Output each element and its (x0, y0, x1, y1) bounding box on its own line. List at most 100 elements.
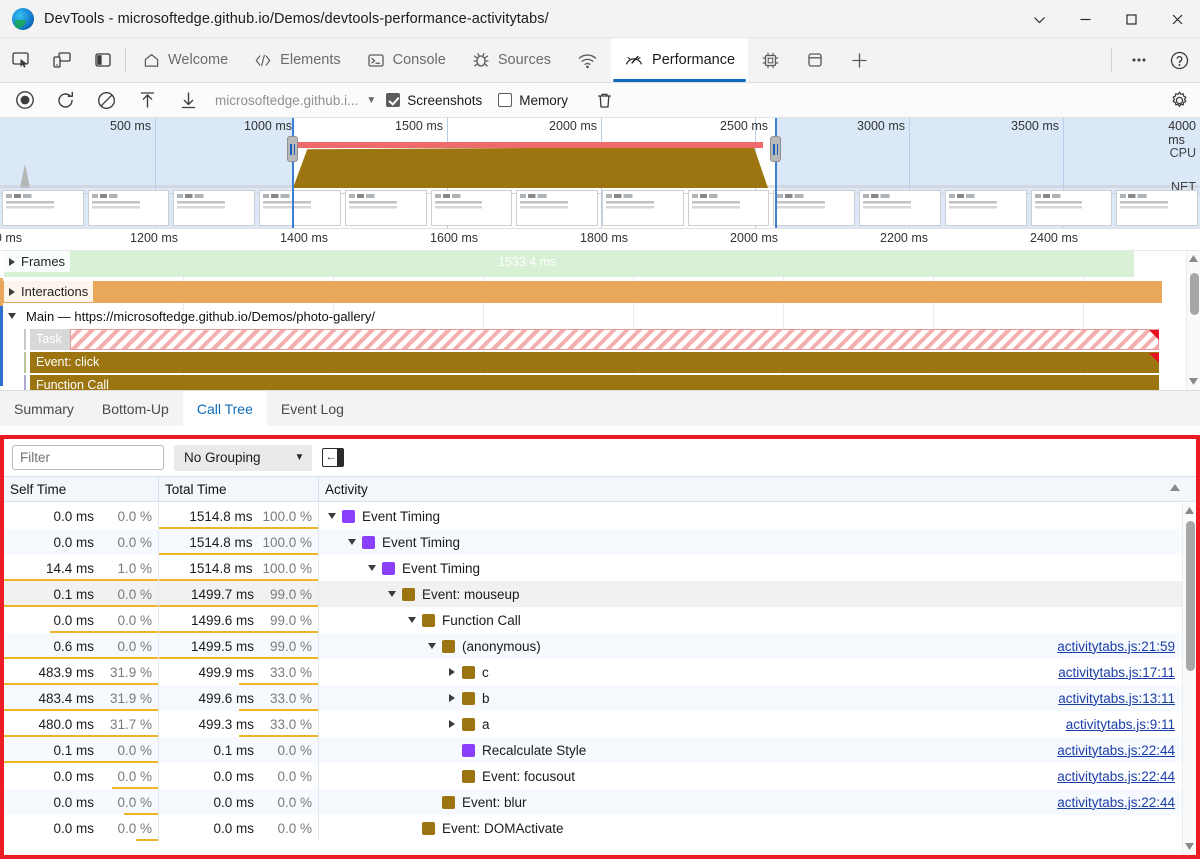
filmstrip-frame[interactable] (430, 190, 513, 226)
minimize-icon[interactable] (1062, 0, 1108, 38)
maximize-icon[interactable] (1108, 0, 1154, 38)
record-icon[interactable] (4, 83, 45, 118)
table-row[interactable]: 0.0 ms 0.0 % 1514.8 ms 100.0 % Event Timing (4, 503, 1196, 529)
collapse-triangle-icon[interactable] (425, 643, 439, 649)
table-row[interactable]: 14.4 ms 1.0 % 1514.8 ms 100.0 % Event Timing (4, 555, 1196, 581)
tab-sources[interactable]: Sources (459, 38, 564, 82)
tab-bottom-up[interactable]: Bottom-Up (88, 391, 183, 426)
table-row[interactable]: 0.0 ms 0.0 % 1499.6 ms 99.0 % Function Call (4, 607, 1196, 633)
flame-bar-task[interactable]: Task (30, 329, 70, 350)
flame-bar-function-call[interactable]: Function Call (30, 375, 1159, 390)
filmstrip-frame[interactable] (602, 190, 684, 226)
column-header-total-time[interactable]: Total Time (159, 477, 319, 501)
collapse-triangle-icon[interactable] (365, 565, 379, 571)
column-header-activity[interactable]: Activity (319, 477, 1196, 501)
expand-triangle-icon[interactable] (445, 694, 459, 702)
tab-network[interactable] (564, 38, 611, 82)
track-frames[interactable]: 1533.4 ms Frames (0, 251, 1200, 278)
help-icon[interactable] (1159, 50, 1200, 71)
frames-track-title[interactable]: Frames (4, 251, 71, 272)
tab-application[interactable] (793, 38, 837, 82)
filmstrip-frame[interactable] (687, 190, 770, 226)
selection-end-handle[interactable] (770, 136, 781, 162)
flame-chart[interactable]: 1000 ms 1200 ms 1400 ms 1600 ms 1800 ms … (0, 228, 1200, 390)
track-interactions[interactable]: Interactions (0, 278, 1200, 306)
grouping-dropdown[interactable]: No Grouping ▼ (174, 444, 313, 471)
flame-bar-event-click[interactable]: Event: click (30, 352, 1159, 373)
filmstrip-frame[interactable] (1116, 190, 1199, 226)
close-icon[interactable] (1154, 0, 1200, 38)
table-row[interactable]: 0.0 ms 0.0 % 0.0 ms 0.0 % Event: focusout act… (4, 763, 1196, 789)
filmstrip-frame[interactable] (516, 190, 599, 226)
gear-icon[interactable] (1159, 83, 1200, 118)
tab-welcome[interactable]: Welcome (130, 38, 241, 82)
delete-icon[interactable] (584, 83, 625, 118)
tab-elements[interactable]: Elements (241, 38, 353, 82)
frames-bar[interactable] (4, 251, 1134, 277)
interactions-bar[interactable] (2, 281, 1162, 303)
filmstrip-frame[interactable] (2, 190, 84, 226)
expand-triangle-icon[interactable] (445, 668, 459, 676)
filmstrip-frame[interactable] (1030, 190, 1113, 226)
source-link[interactable]: activitytabs.js:9:11 (1066, 717, 1196, 732)
flame-scrollbar[interactable] (1186, 251, 1200, 390)
call-tree-rows[interactable]: 0.0 ms 0.0 % 1514.8 ms 100.0 % Event Timing 0… (4, 503, 1196, 855)
chevron-down-icon[interactable] (1016, 0, 1062, 38)
main-track-title[interactable]: Main — https://microsoftedge.github.io/D… (0, 306, 1200, 328)
tab-event-log[interactable]: Event Log (267, 391, 358, 426)
tab-console[interactable]: Console (354, 38, 459, 82)
table-row[interactable]: 0.1 ms 0.0 % 1499.7 ms 99.0 % Event: mouseup (4, 581, 1196, 607)
memory-checkbox[interactable]: Memory (498, 93, 568, 108)
filter-input[interactable] (12, 445, 164, 470)
filmstrip-frame[interactable] (87, 190, 170, 226)
filmstrip-frame[interactable] (173, 190, 256, 226)
add-panel-button[interactable] (837, 38, 882, 82)
more-options-icon[interactable] (1118, 50, 1159, 70)
source-link[interactable]: activitytabs.js:22:44 (1057, 743, 1196, 758)
profile-selector-label[interactable]: microsoftedge.github.i... (215, 93, 358, 108)
source-link[interactable]: activitytabs.js:13:11 (1058, 691, 1196, 706)
upload-profile-icon[interactable] (127, 83, 168, 118)
scroll-down-arrow-icon[interactable] (1183, 839, 1196, 853)
collapse-triangle-icon[interactable] (345, 539, 359, 545)
column-header-self-time[interactable]: Self Time (4, 477, 159, 501)
tab-performance[interactable]: Performance (611, 38, 749, 82)
call-tree-scrollbar[interactable] (1182, 503, 1196, 855)
clear-icon[interactable] (86, 83, 127, 118)
filmstrip-frame[interactable] (344, 190, 427, 226)
table-row[interactable]: 0.0 ms 0.0 % 0.0 ms 0.0 % Event: blur activit… (4, 789, 1196, 815)
chevron-down-icon[interactable]: ▼ (366, 95, 376, 106)
table-row[interactable]: 0.0 ms 0.0 % 0.0 ms 0.0 % Event: DOMActivate (4, 815, 1196, 841)
collapse-triangle-icon[interactable] (325, 513, 339, 519)
expand-triangle-icon[interactable] (445, 720, 459, 728)
device-emulation-icon[interactable] (41, 38, 82, 82)
collapse-sidebar-icon[interactable]: ← (322, 448, 345, 467)
timeline-overview[interactable]: 500 ms 1000 ms 1500 ms 2000 ms 2500 ms 3… (0, 118, 1200, 228)
source-link[interactable]: activitytabs.js:17:11 (1058, 665, 1196, 680)
table-row[interactable]: 480.0 ms 31.7 % 499.3 ms 33.0 % a activitytab… (4, 711, 1196, 737)
selection-start-handle[interactable] (287, 136, 298, 162)
table-row[interactable]: 483.4 ms 31.9 % 499.6 ms 33.0 % b activitytab… (4, 685, 1196, 711)
reload-record-icon[interactable] (45, 83, 86, 118)
source-link[interactable]: activitytabs.js:22:44 (1057, 795, 1196, 810)
tab-call-tree[interactable]: Call Tree (182, 391, 267, 426)
source-link[interactable]: activitytabs.js:22:44 (1057, 769, 1196, 784)
filmstrip-frame[interactable] (944, 190, 1027, 226)
scroll-up-arrow-icon[interactable] (1183, 503, 1196, 517)
scroll-down-arrow-icon[interactable] (1187, 374, 1200, 388)
tab-summary[interactable]: Summary (0, 391, 88, 426)
table-row[interactable]: 0.0 ms 0.0 % 1514.8 ms 100.0 % Event Timing (4, 529, 1196, 555)
source-link[interactable]: activitytabs.js:21:59 (1057, 639, 1196, 654)
dock-side-icon[interactable] (82, 38, 123, 82)
table-row[interactable]: 483.9 ms 31.9 % 499.9 ms 33.0 % c activitytab… (4, 659, 1196, 685)
collapse-triangle-icon[interactable] (405, 617, 419, 623)
scrollbar-thumb[interactable] (1190, 273, 1199, 315)
filmstrip-frame[interactable] (859, 190, 941, 226)
filmstrip-frame[interactable] (773, 190, 856, 226)
scroll-up-arrow-icon[interactable] (1187, 251, 1200, 265)
filmstrip-frame[interactable] (259, 190, 341, 226)
interactions-track-title[interactable]: Interactions (4, 281, 94, 302)
table-row[interactable]: 0.6 ms 0.0 % 1499.5 ms 99.0 % (anonymous) act… (4, 633, 1196, 659)
inspect-element-icon[interactable] (0, 38, 41, 82)
collapse-triangle-icon[interactable] (385, 591, 399, 597)
